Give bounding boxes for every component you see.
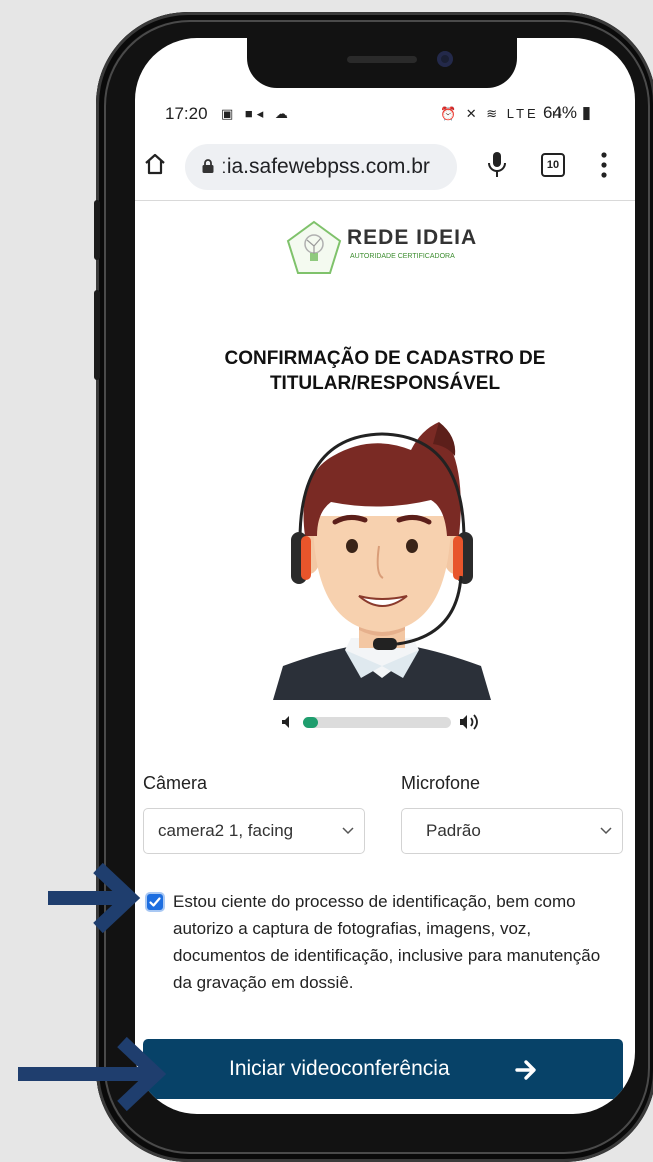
consent-checkbox[interactable]	[147, 894, 163, 910]
brand-logo: REDE IDEIA AUTORIDADE CERTIFICADORA	[285, 218, 485, 278]
checkmark-icon	[149, 897, 161, 907]
tabs-icon[interactable]: 10	[541, 153, 565, 177]
audio-meter-track	[303, 717, 451, 728]
microphone-select[interactable]: Padrão	[401, 808, 623, 854]
volume-low-icon	[282, 716, 289, 728]
logo-subtitle: AUTORIDADE CERTIFICADORA	[350, 253, 455, 260]
speaker-grille	[347, 56, 417, 63]
camera-label: Câmera	[143, 773, 208, 793]
consent-text: Estou ciente do processo de identificaçã…	[173, 892, 601, 992]
logo-title: REDE IDEIA	[347, 226, 478, 249]
url-text: ːia.safewebpss.com.br	[221, 155, 430, 178]
microphone-label: Microfone	[401, 773, 481, 793]
start-videoconference-button[interactable]: Iniciar videoconferência	[143, 1039, 623, 1099]
lock-icon	[202, 159, 214, 173]
front-camera	[437, 51, 453, 67]
volume-high-icon	[460, 714, 478, 730]
address-bar[interactable]: ːia.safewebpss.com.br	[185, 144, 457, 190]
arrow-right-icon	[515, 1060, 536, 1080]
mic-icon[interactable]	[487, 151, 507, 179]
agent-avatar-illustration	[261, 416, 503, 700]
phone-notch	[247, 38, 517, 88]
chevron-down-icon	[342, 827, 354, 835]
phone-side-button	[94, 200, 100, 260]
microphone-select-value: Padrão	[426, 821, 481, 840]
phone-screen: 17:20 ▣ ■◂ ☁ ⏰ ✕ ≋ LTE .ıl 64% ▮ ːia.saf…	[135, 38, 635, 1114]
page-title: CONFIRMAÇÃO DE CADASTRO DE TITULAR/RESPO…	[175, 346, 595, 396]
battery-level: 64% ▮	[543, 103, 592, 122]
browser-toolbar: ːia.safewebpss.com.br 10	[135, 138, 635, 201]
chevron-down-icon	[600, 827, 612, 835]
page-title-line: CONFIRMAÇÃO DE CADASTRO DE	[224, 348, 546, 369]
start-button-label: Iniciar videoconferência	[229, 1057, 450, 1080]
pointer-arrow-icon	[48, 862, 141, 934]
camera-select[interactable]: camera2 1, facing	[143, 808, 365, 854]
menu-icon[interactable]	[601, 151, 607, 179]
pointer-arrow-icon	[18, 1036, 167, 1112]
status-time: 17:20	[165, 104, 208, 123]
phone-side-button	[94, 290, 100, 380]
audio-level-meter	[281, 708, 491, 736]
camera-select-value: camera2 1, facing	[158, 821, 294, 840]
status-bar: 17:20 ▣ ■◂ ☁ ⏰ ✕ ≋ LTE .ıl 64% ▮	[135, 100, 635, 128]
status-notification-icons: ▣ ■◂ ☁	[221, 106, 292, 121]
logo-emblem-icon	[286, 220, 342, 274]
audio-meter-fill	[303, 717, 318, 728]
page-title-line: TITULAR/RESPONSÁVEL	[269, 373, 501, 394]
home-icon[interactable]	[143, 152, 167, 176]
battery-icon: ▮	[581, 103, 592, 122]
